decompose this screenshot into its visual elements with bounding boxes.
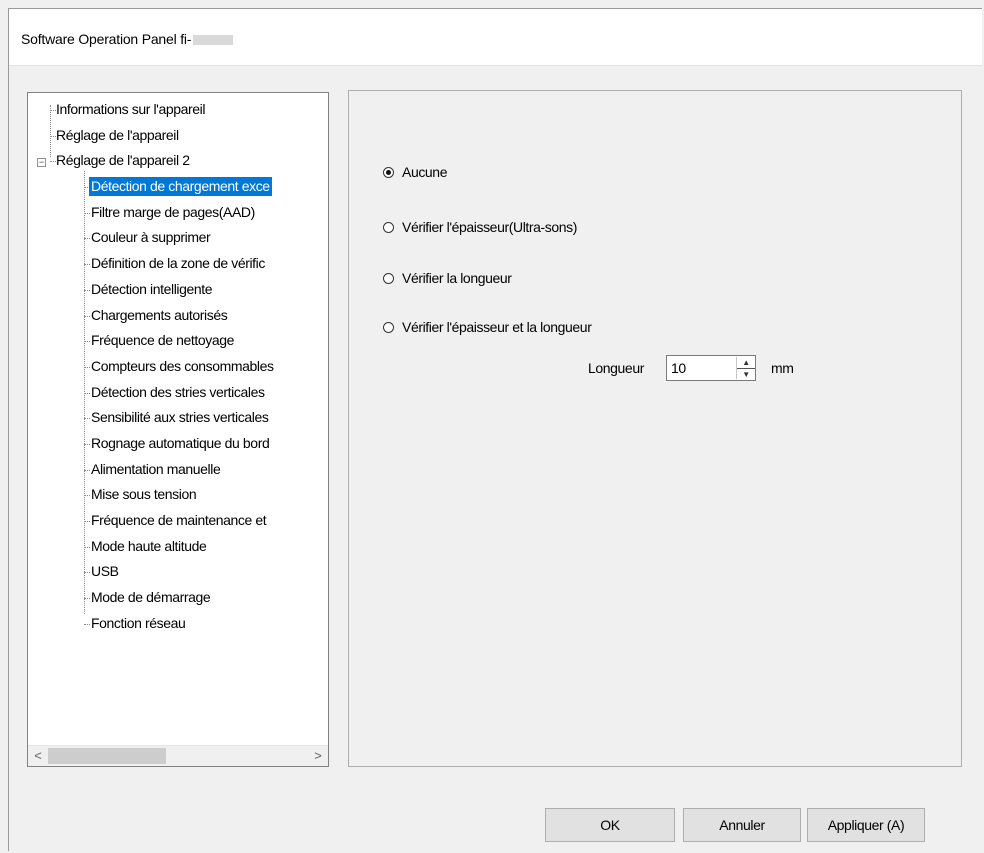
radio-unchecked-icon[interactable] [383,272,394,284]
radio-label: Vérifier l'épaisseur et la longueur [402,319,592,335]
tree-item-label: Détection des stries verticales [91,383,265,400]
tree-item-mise-sous-tension[interactable]: Mise sous tension [28,482,328,508]
radio-unchecked-icon[interactable] [383,221,394,233]
tree-item-fonction-reseau[interactable]: Fonction réseau [28,611,328,637]
tree-item-couleur[interactable]: Couleur à supprimer [28,225,328,251]
redacted-model-mask [193,35,234,46]
tree-item-label: Détection de chargement exce [89,177,272,197]
tree-item-label: Fréquence de maintenance et [91,512,267,528]
radio-label: Vérifier l'épaisseur(Ultra-sons) [402,219,578,235]
tree-item-label: Mode haute altitude [91,537,207,554]
tree-item-alimentation-manuelle[interactable]: Alimentation manuelle [28,457,328,483]
window-title: Software Operation Panel fi- [21,31,234,47]
tree-item-label: Détection intelligente [91,280,213,297]
length-unit: mm [771,360,794,376]
tree-item-compteurs[interactable]: Compteurs des consommables [28,354,328,380]
tree-item-usb[interactable]: USB [28,559,328,585]
tree-item-label: Couleur à supprimer [91,229,211,246]
tree-item-chargements-autorises[interactable]: Chargements autorisés [28,303,328,329]
tree-item-label: Définition de la zone de vérific [91,255,265,272]
tree-item-label: Fonction réseau [91,614,186,631]
settings-tree[interactable]: − Informations sur l'appareil Réglage de… [27,92,329,767]
tree-item-label: USB [91,563,119,580]
tree-item-label: Mode de démarrage [91,589,211,606]
radio-checked-icon[interactable] [383,166,394,178]
spin-up-icon[interactable]: ▲ [737,357,755,369]
spin-down-icon[interactable]: ▼ [737,369,755,380]
length-setting: Longueur 10 ▲ ▼ mm [588,355,794,381]
apply-button[interactable]: Appliquer (A) [807,808,925,842]
tree-item-label: Sensibilité aux stries verticales [91,409,269,426]
tree-item-reglage[interactable]: Réglage de l'appareil [28,123,328,149]
tree-item-label: Alimentation manuelle [91,460,221,477]
scroll-left-icon[interactable]: < [28,746,48,766]
radio-unchecked-icon[interactable] [383,321,394,333]
settings-panel: Aucune Vérifier l'épaisseur(Ultra-sons) … [348,90,962,767]
tree-item-mode-demarrage[interactable]: Mode de démarrage [28,585,328,611]
tree-item-label: Fréquence de nettoyage [91,332,234,349]
title-bar: Software Operation Panel fi- [9,9,982,66]
length-label: Longueur [588,360,644,376]
scroll-right-icon[interactable]: > [308,746,328,766]
tree-item-label: Filtre marge de pages(AAD) [91,203,255,220]
radio-aucune[interactable]: Aucune [383,162,447,182]
radio-label: Vérifier la longueur [402,270,512,286]
tree-items: − Informations sur l'appareil Réglage de… [28,97,328,732]
tree-item-detection-stries[interactable]: Détection des stries verticales [28,380,328,406]
tree-item-reglage-2[interactable]: Réglage de l'appareil 2 [28,148,328,174]
radio-verifier-epaisseur[interactable]: Vérifier l'épaisseur(Ultra-sons) [383,217,577,237]
tree-item-rognage[interactable]: Rognage automatique du bord [28,431,328,457]
length-spinner[interactable]: ▲ ▼ [736,357,755,379]
tree-item-label: Chargements autorisés [91,306,228,323]
tree-item-detection-intelligente[interactable]: Détection intelligente [28,277,328,303]
tree-item-label: Compteurs des consommables [91,357,274,374]
radio-label: Aucune [402,164,448,180]
tree-item-frequence-nettoyage[interactable]: Fréquence de nettoyage [28,328,328,354]
tree-item-label: Réglage de l'appareil [56,126,179,143]
tree-item-label: Rognage automatique du bord [91,434,270,451]
scroll-thumb[interactable] [48,748,166,764]
cancel-button[interactable]: Annuler [683,808,801,842]
window-title-text: Software Operation Panel fi- [21,31,192,47]
ok-button[interactable]: OK [545,808,675,842]
tree-item-label: Mise sous tension [91,486,197,503]
radio-verifier-epaisseur-longueur[interactable]: Vérifier l'épaisseur et la longueur [383,317,592,337]
tree-item-informations[interactable]: Informations sur l'appareil [28,97,328,123]
tree-item-mode-haute-altitude[interactable]: Mode haute altitude [28,534,328,560]
tree-item-sensibilite-stries[interactable]: Sensibilité aux stries verticales [28,405,328,431]
tree-horizontal-scrollbar[interactable]: < > [28,745,328,766]
tree-item-detection-chargement[interactable]: Détection de chargement exce [28,174,328,200]
tree-item-label: Informations sur l'appareil [56,101,206,117]
tree-item-frequence-maintenance[interactable]: Fréquence de maintenance et [28,508,328,534]
radio-verifier-longueur[interactable]: Vérifier la longueur [383,268,512,288]
tree-item-filtre-marge[interactable]: Filtre marge de pages(AAD) [28,200,328,226]
tree-item-definition-zone[interactable]: Définition de la zone de vérific [28,251,328,277]
tree-item-label: Réglage de l'appareil 2 [56,152,190,169]
